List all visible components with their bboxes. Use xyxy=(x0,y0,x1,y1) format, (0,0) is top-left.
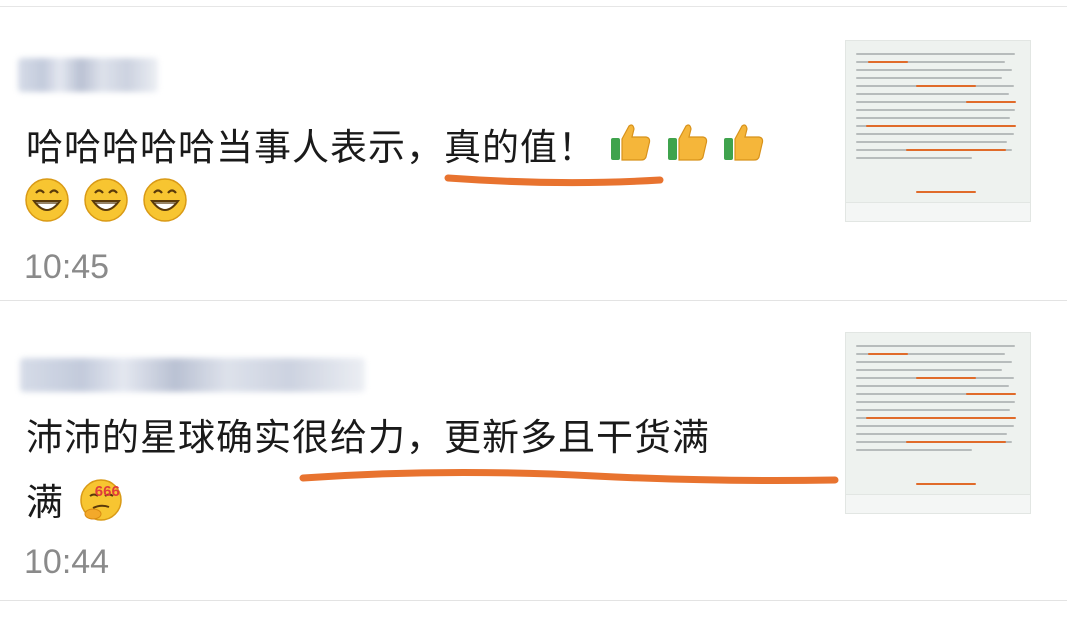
attached-image-thumbnail[interactable] xyxy=(845,40,1031,222)
blurred-username xyxy=(18,58,158,92)
highlight-underline xyxy=(444,174,664,187)
thumbs-up-icon xyxy=(722,120,766,179)
blurred-username xyxy=(20,358,365,392)
comment-text-line1: 沛沛的星球确实很给力，更新多且干货满 xyxy=(26,416,710,459)
comment-divider xyxy=(0,600,1067,601)
grinning-face-icon xyxy=(83,177,129,238)
badge-666: 666 xyxy=(94,483,120,500)
comment-emoji-row xyxy=(24,177,188,238)
comment-time: 10:44 xyxy=(24,543,110,581)
grinning-face-icon xyxy=(142,177,188,238)
comment-item: 沛沛的星球确实很给力，更新多且干货满 满 666 10:44 xyxy=(0,300,1067,600)
comment-text-line2-row: 满 666 xyxy=(26,472,129,537)
highlight-underline xyxy=(299,468,839,484)
grinning-face-icon xyxy=(24,177,70,238)
thumbs-up-icon xyxy=(666,120,710,179)
thumbnail-footer xyxy=(846,202,1030,221)
comment-text-line2: 满 xyxy=(26,481,64,524)
comment-time: 10:45 xyxy=(24,248,110,286)
attached-image-thumbnail[interactable] xyxy=(845,332,1031,514)
comment-item: 哈哈哈哈哈当事人表示，真的值！ 10:45 xyxy=(0,0,1067,300)
comment-text-main: 哈哈哈哈哈当事人表示，真的值！ xyxy=(26,126,596,169)
thumbnail-footer xyxy=(846,494,1030,513)
thinking-face-666-icon: 666 xyxy=(77,472,129,537)
